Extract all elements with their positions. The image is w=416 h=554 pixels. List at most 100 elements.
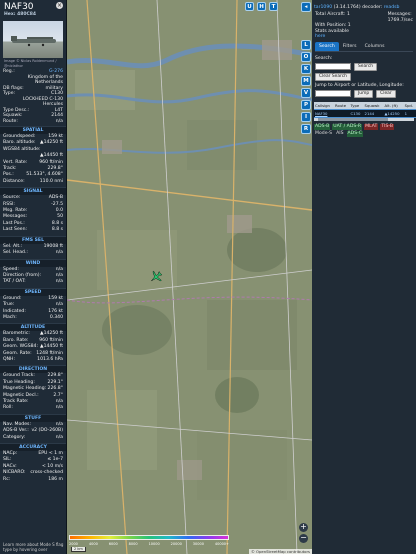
altitude-list: Barometric: ▲14250 ft Baro. Rate: 960 ft/mi…	[0, 331, 66, 363]
photo-credit: Image © Niclas Roldenmund / @niclathor	[4, 59, 57, 68]
field-value: 0.340	[49, 314, 63, 320]
aircraft-info-panel: NAF30 Hex: 480C84 × Image © Niclas Rolde…	[0, 0, 67, 554]
fms-list: Sel. Alt.: 19008 ft Sel. Head.: n/a	[0, 244, 66, 257]
route-value: n/a	[55, 118, 63, 124]
column-header[interactable]: Route	[334, 101, 350, 110]
reg-label: Reg.:	[3, 69, 15, 74]
stats-row: Total Aircraft: 1 Messages: 1769.7/sec	[312, 12, 416, 23]
map-button-h[interactable]: H	[257, 2, 266, 11]
section-accuracy: ACCURACY	[0, 443, 66, 452]
wind-row: TAT / OAT: n/a	[0, 279, 66, 285]
field-label: Roll:	[3, 405, 13, 411]
alt-label: 40000+	[214, 542, 229, 546]
strip-button-r[interactable]: R	[301, 124, 311, 134]
spatial-row: Distance: 110.0 nmi	[0, 179, 66, 185]
app-link[interactable]: tar1090	[314, 5, 332, 10]
column-header[interactable]: Type	[349, 101, 364, 110]
search-button[interactable]: Search	[354, 62, 378, 71]
type-label: Type:	[3, 91, 16, 96]
registration-block: Reg.: G-276 Kingdom of the Netherlands DB…	[0, 69, 66, 124]
field-label: QNH:	[3, 356, 16, 362]
tab-filters[interactable]: Filters	[339, 42, 361, 51]
column-header[interactable]: Alt. (ft)	[383, 101, 404, 110]
field-value: n/a	[55, 405, 63, 411]
toggle-sidebar-icon[interactable]: ◂	[301, 2, 311, 12]
legend-tag: ADS-C	[346, 130, 363, 137]
section-fms-sel: FMS SEL	[0, 235, 66, 244]
stuff-list: Nav. Modes: n/a ADS-B Ver.: v2 (DO-260B) Cat…	[0, 422, 66, 441]
altitude-legend-labels: 2000 4000 6000 8000 10000 20000 30000 40…	[69, 542, 229, 546]
search-input[interactable]	[315, 63, 351, 71]
decoder-link[interactable]: readsb	[384, 5, 400, 10]
alt-label: 6000	[108, 542, 118, 546]
info-header: NAF30 Hex: 480C84 ×	[0, 0, 66, 19]
section-spatial: SPATIAL	[0, 126, 66, 134]
table-scrollbar[interactable]	[314, 117, 414, 121]
route-label: Route:	[3, 118, 18, 124]
cell-type: C130	[349, 108, 364, 118]
map-options-strip: ◂ L O K M V P I R	[300, 0, 312, 554]
scrollbar-thumb[interactable]	[318, 117, 388, 121]
close-icon[interactable]: ×	[56, 2, 63, 9]
column-header[interactable]: Callsign	[314, 101, 335, 110]
clear-search-button[interactable]: Clear Search	[315, 72, 351, 81]
spatial-list: Groundspeed: 159 kt Baro. altitude: ▲14250 …	[0, 134, 66, 185]
reg-value[interactable]: G-276	[49, 69, 63, 75]
speed-list: Ground: 159 kt True: n/a Indicated: 176 kt Mac…	[0, 296, 66, 322]
table-row[interactable]: NAF30 C130 2144 ▲14250 1	[314, 108, 416, 118]
speed-row: Mach: 0.340	[0, 315, 66, 321]
direction-list: Ground Track: 229.8° True Heading: 229.1° Ma…	[0, 373, 66, 411]
aircraft-photo[interactable]	[3, 21, 63, 58]
field-label: Distance:	[3, 178, 25, 184]
legend-tag: AIS	[336, 130, 344, 136]
clear-button[interactable]: Clear	[376, 89, 396, 98]
strip-button-o[interactable]: O	[301, 52, 311, 62]
search-label: Search:	[315, 55, 333, 61]
field-value: n/a	[55, 250, 63, 256]
cell-route	[334, 108, 350, 118]
strip-button-l[interactable]: L	[301, 40, 311, 50]
cell-altitude: ▲14250	[383, 108, 404, 118]
strip-button-m[interactable]: M	[301, 76, 311, 86]
tab-search[interactable]: Search	[315, 41, 339, 51]
field-label: Last Seen:	[3, 227, 28, 233]
alt-label: 4000	[88, 542, 98, 546]
sidebar-header: tar1090 (3.14.1764) decoder: readsb	[312, 0, 416, 12]
stats-available-row: Stats available here	[312, 29, 416, 40]
field-value: 1013.6 hPa	[37, 356, 63, 362]
strip-button-p[interactable]: P	[301, 100, 311, 110]
legend-tag: Mode-S	[315, 130, 333, 136]
selected-callsign: NAF30	[4, 2, 34, 12]
map-view[interactable]: U H T + − 2 km © OpenStreetMap contribut…	[67, 0, 312, 554]
field-value: n/a	[55, 434, 63, 440]
legend-tag: TIS-B	[380, 123, 395, 130]
info-footer: Learn more about Mode S flag type by hov…	[0, 540, 66, 554]
jump-button[interactable]: Jump	[354, 89, 374, 98]
tab-columns[interactable]: Columns	[361, 42, 389, 51]
with-position-label: With Position:	[315, 23, 347, 29]
map-button-u[interactable]: U	[245, 2, 254, 11]
alt-label: 8000	[128, 542, 138, 546]
strip-button-k[interactable]: K	[301, 64, 311, 74]
field-value: 8.8 s	[51, 227, 63, 233]
strip-button-i[interactable]: I	[301, 112, 311, 122]
stats-link[interactable]: here	[315, 34, 325, 39]
country: Kingdom of the Netherlands	[27, 74, 63, 86]
map-button-t[interactable]: T	[269, 2, 278, 11]
sidebar-tabs: Search Filters Columns	[315, 41, 413, 52]
wind-list: Speed: n/a Direction (from): n/a TAT / OAT: n…	[0, 267, 66, 286]
cell-speed: 1	[403, 108, 416, 118]
cell-squawk: 2144	[363, 108, 384, 118]
alt-label: 10000	[148, 542, 160, 546]
alt-label: 2000	[69, 542, 78, 546]
messages-value: 1769.7/sec	[387, 17, 413, 23]
section-stuff: STUFF	[0, 413, 66, 422]
column-header[interactable]: Spd.	[403, 101, 416, 110]
field-label: TAT / OAT:	[3, 279, 26, 285]
column-header[interactable]: Squawk	[363, 101, 384, 110]
strip-button-v[interactable]: V	[301, 88, 311, 98]
jump-label: Jump to Airport or Latitude, Longitude:	[315, 82, 404, 88]
alt-label: 30000	[192, 542, 204, 546]
jump-input[interactable]	[315, 90, 351, 98]
table-header-row: Callsign Route Type Squawk Alt. (ft) Spd…	[314, 101, 416, 110]
